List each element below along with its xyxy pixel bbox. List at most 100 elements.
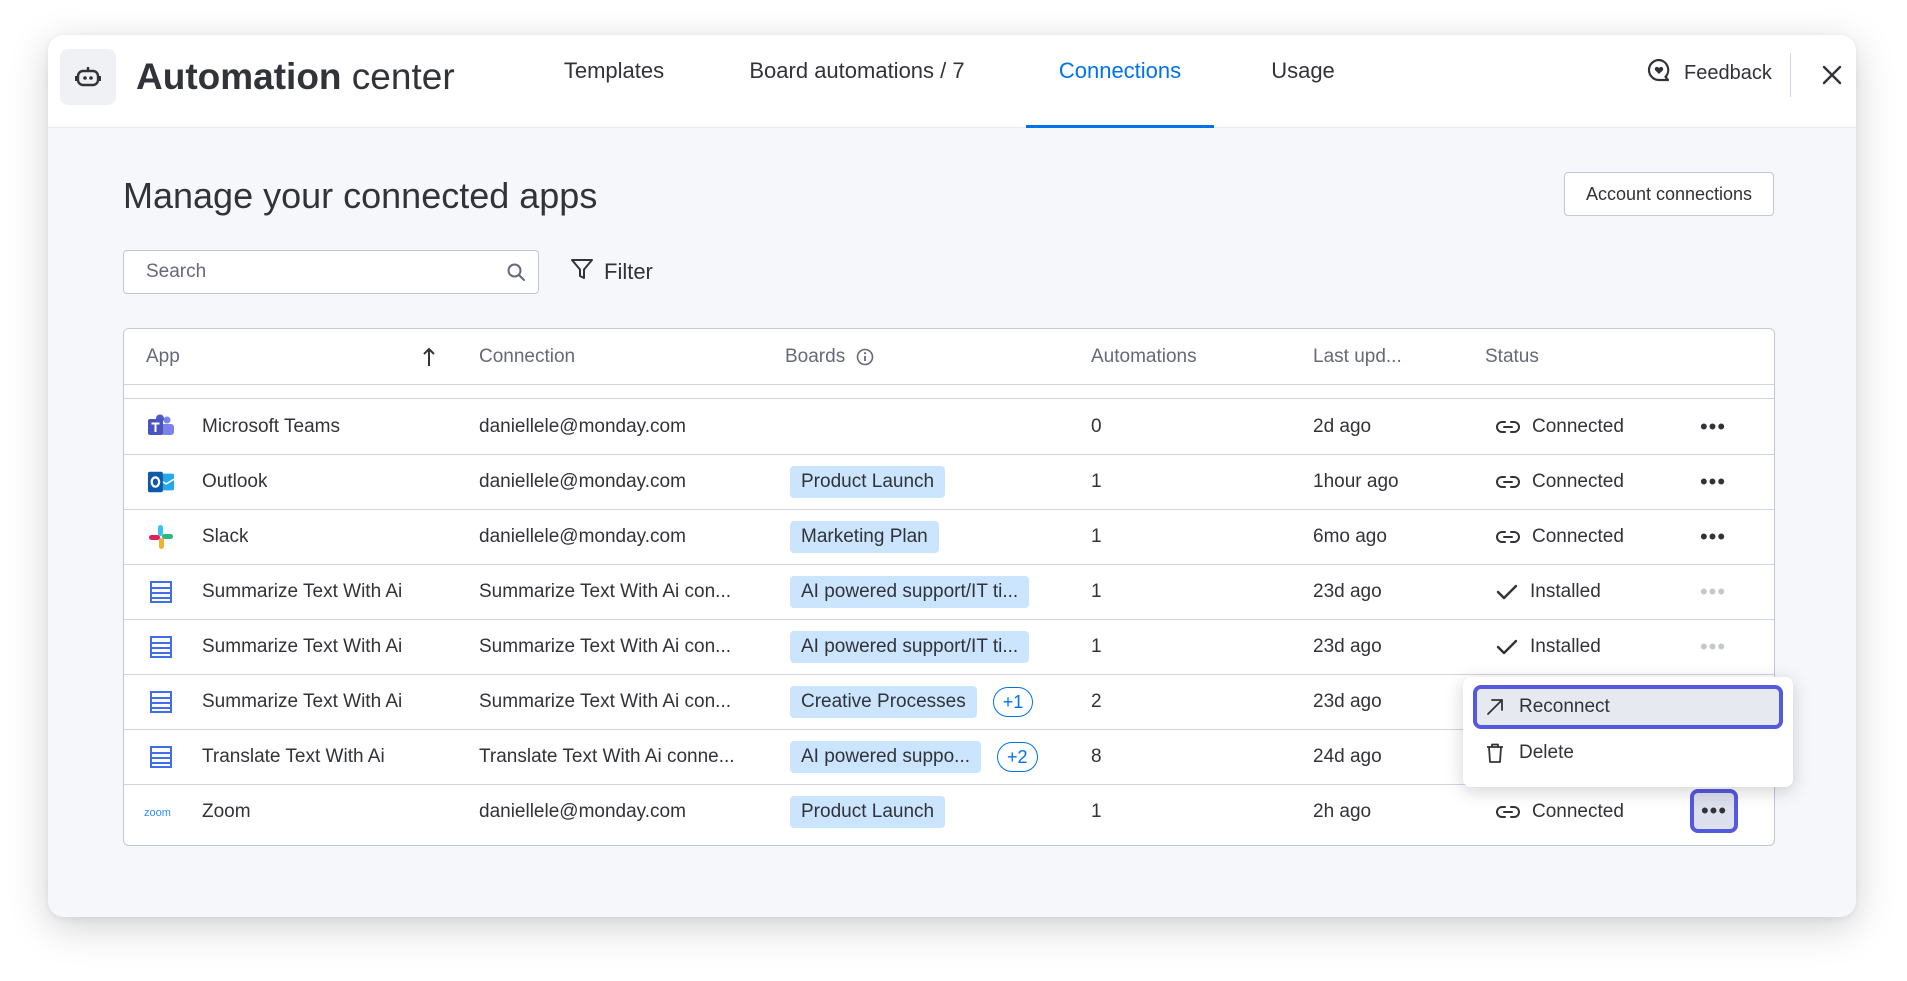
column-app[interactable]: App <box>146 329 180 384</box>
board-cell: AI powered suppo... +2 <box>790 729 1038 784</box>
menu-item-label: Reconnect <box>1519 696 1610 717</box>
last-updated: 23d ago <box>1313 691 1382 712</box>
list-app-icon <box>147 633 175 661</box>
check-icon <box>1496 639 1518 654</box>
row-menu-button[interactable]: ••• <box>1690 789 1738 833</box>
header-divider <box>1790 53 1791 97</box>
info-icon[interactable] <box>856 329 874 384</box>
menu-item-label: Delete <box>1519 742 1574 763</box>
feedback-button[interactable]: Feedback <box>1646 57 1772 89</box>
search-icon[interactable] <box>506 262 526 287</box>
automation-count: 8 <box>1091 746 1102 767</box>
top-header: Automation center Templates Board automa… <box>48 35 1856 128</box>
row-context-menu: Reconnect Delete <box>1463 677 1793 787</box>
connection-account: daniellele@monday.com <box>479 471 686 492</box>
connection-account: Summarize Text With Ai con... <box>479 636 732 657</box>
status-badge: Connected <box>1496 509 1624 564</box>
tab-connections[interactable]: Connections <box>1026 35 1214 128</box>
tab-usage[interactable]: Usage <box>1268 35 1338 127</box>
board-tag[interactable]: Product Launch <box>790 795 946 828</box>
filter-button[interactable]: Filter <box>570 253 653 291</box>
menu-item-reconnect[interactable]: Reconnect <box>1473 685 1783 729</box>
row-menu-button[interactable]: ••• <box>1698 412 1728 442</box>
slack-icon <box>147 523 175 551</box>
tab-templates[interactable]: Templates <box>559 35 669 127</box>
status-badge: Connected <box>1496 399 1624 454</box>
last-updated: 2h ago <box>1313 801 1372 822</box>
app-name: Slack <box>202 526 249 547</box>
automation-count: 0 <box>1091 416 1102 437</box>
board-cell: AI powered support/IT ti... <box>790 619 1030 674</box>
automation-count: 2 <box>1091 691 1102 712</box>
app-name: Translate Text With Ai <box>202 746 385 767</box>
status-label: Connected <box>1532 526 1624 547</box>
board-cell: Marketing Plan <box>790 509 939 564</box>
last-updated: 23d ago <box>1313 581 1382 602</box>
column-boards: Boards <box>785 346 846 367</box>
table-row[interactable]: Microsoft Teams daniellele@monday.com 0 … <box>124 399 1774 455</box>
row-menu-button[interactable]: ••• <box>1698 632 1728 662</box>
table-row[interactable]: Summarize Text With Ai Summarize Text Wi… <box>124 619 1774 675</box>
trash-icon <box>1487 743 1503 763</box>
board-tag[interactable]: AI powered support/IT ti... <box>790 630 1030 663</box>
list-app-icon <box>147 578 175 606</box>
automation-count: 1 <box>1091 581 1102 602</box>
app-name: Summarize Text With Ai <box>202 581 403 602</box>
table-row[interactable]: Slack daniellele@monday.com Marketing Pl… <box>124 509 1774 565</box>
link-icon <box>1496 530 1520 543</box>
last-updated: 2d ago <box>1313 416 1372 437</box>
board-cell: Product Launch <box>790 784 946 839</box>
sort-arrow-up-icon[interactable] <box>422 329 436 384</box>
more-boards-badge[interactable]: +1 <box>992 686 1034 717</box>
list-app-icon <box>147 743 175 771</box>
app-name: Outlook <box>202 471 268 492</box>
board-tag[interactable]: Creative Processes <box>790 685 977 718</box>
link-icon <box>1496 475 1520 488</box>
chat-heart-icon <box>1646 57 1672 89</box>
board-tag[interactable]: AI powered suppo... <box>790 740 981 773</box>
filter-icon <box>570 257 594 287</box>
board-tag[interactable]: Product Launch <box>790 465 946 498</box>
column-connection: Connection <box>479 346 576 367</box>
more-boards-badge[interactable]: +2 <box>997 741 1038 772</box>
status-label: Installed <box>1530 636 1601 657</box>
status-label: Connected <box>1532 416 1624 437</box>
status-badge: Connected <box>1496 454 1624 509</box>
row-menu-button[interactable]: ••• <box>1698 577 1728 607</box>
microsoft-teams-icon <box>147 413 175 441</box>
close-icon[interactable] <box>1816 59 1848 91</box>
menu-item-delete[interactable]: Delete <box>1473 731 1783 775</box>
connection-account: daniellele@monday.com <box>479 801 686 822</box>
link-icon <box>1496 805 1520 818</box>
status-label: Connected <box>1532 471 1624 492</box>
app-title: Automation center <box>136 56 455 97</box>
table-row[interactable]: zoom Zoom daniellele@monday.com Product … <box>124 784 1774 839</box>
connection-account: Translate Text With Ai conne... <box>479 746 735 767</box>
robot-icon <box>60 49 116 105</box>
filter-label: Filter <box>604 259 653 284</box>
board-cell: Creative Processes +1 <box>790 674 1034 729</box>
column-automations: Automations <box>1091 346 1197 367</box>
search-input[interactable] <box>124 251 494 293</box>
board-tag[interactable]: AI powered support/IT ti... <box>790 575 1030 608</box>
table-row[interactable]: Summarize Text With Ai Summarize Text Wi… <box>124 564 1774 620</box>
row-menu-button[interactable]: ••• <box>1698 467 1728 497</box>
app-name: Zoom <box>202 801 251 822</box>
column-last-updated: Last upd... <box>1313 346 1402 367</box>
last-updated: 1hour ago <box>1313 471 1399 492</box>
last-updated: 6mo ago <box>1313 526 1387 547</box>
board-tag[interactable]: Marketing Plan <box>790 520 939 553</box>
check-icon <box>1496 584 1518 599</box>
automation-count: 1 <box>1091 636 1102 657</box>
connection-account: daniellele@monday.com <box>479 526 686 547</box>
tab-board-automations[interactable]: Board automations / 7 <box>745 35 969 127</box>
arrow-up-right-icon <box>1487 699 1503 715</box>
last-updated: 24d ago <box>1313 746 1382 767</box>
row-menu-button[interactable]: ••• <box>1698 522 1728 552</box>
account-connections-button[interactable]: Account connections <box>1564 172 1774 216</box>
status-badge: Connected <box>1496 784 1624 839</box>
app-name: Summarize Text With Ai <box>202 691 403 712</box>
connection-account: daniellele@monday.com <box>479 416 686 437</box>
table-row[interactable]: Outlook daniellele@monday.com Product La… <box>124 454 1774 510</box>
outlook-icon <box>147 468 175 496</box>
